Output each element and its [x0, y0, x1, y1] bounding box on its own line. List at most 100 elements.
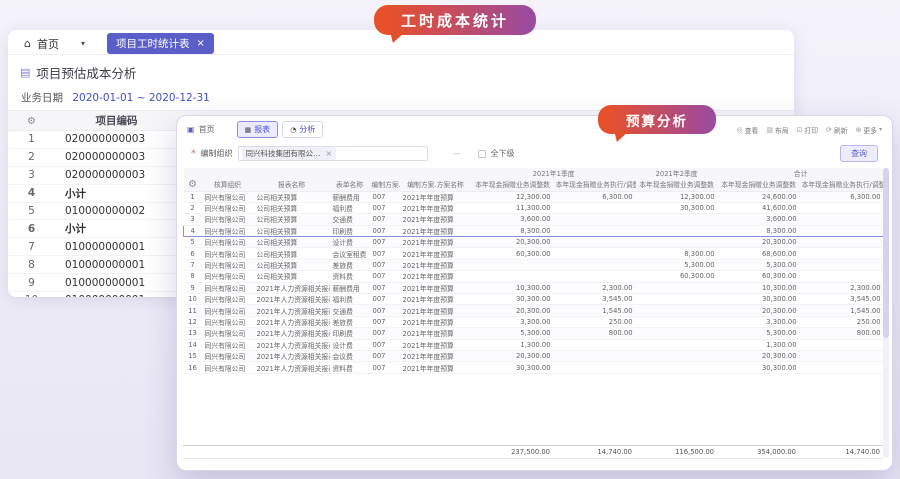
row-number: 5 — [184, 237, 202, 248]
dialog-tab[interactable]: ▦ 报表 — [237, 121, 279, 138]
all-sub-checkbox[interactable] — [478, 150, 486, 158]
tab-worktime-report[interactable]: 项目工时统计表 × — [107, 33, 214, 54]
query-button[interactable]: 查询 — [840, 145, 878, 162]
org-select-input[interactable]: 同兴科技集团有限公… × — [238, 146, 428, 161]
project-code-cell: 020000000003 — [55, 131, 178, 149]
org-cell: 同兴有限公司 — [202, 202, 254, 213]
page-title: 项目预估成本分析 — [36, 63, 136, 82]
total-exec-cell: 800.00 — [800, 328, 884, 339]
scheme-name-cell: 2021年年度预算 — [400, 362, 472, 373]
q2-budget-cell — [636, 362, 718, 373]
scheme-code-cell: 007 — [370, 350, 400, 361]
budget-row[interactable]: 2 同兴有限公司 公司相关预算 福利费 007 2021年年度预算 11,300… — [184, 202, 884, 213]
q1-budget-cell: 11,300.00 — [472, 202, 554, 213]
report-cell: 2021年人力资源相关报表 — [254, 350, 330, 361]
home-icon: ⌂ — [24, 37, 31, 50]
callout-worktime-cost: 工时成本统计 — [374, 5, 536, 35]
budget-row[interactable]: 1 同兴有限公司 公司相关预算 薪酬费用 007 2021年年度预算 12,30… — [184, 191, 884, 202]
tab-label: 项目工时统计表 — [116, 36, 190, 51]
toolbar-item[interactable]: ◎ 查看 — [737, 125, 761, 135]
org-cell: 同兴有限公司 — [202, 328, 254, 339]
project-code-cell: 010000000001 — [55, 292, 178, 297]
toolbar-icon: ◎ — [737, 126, 743, 134]
form-cell: 设计费 — [330, 339, 370, 350]
scheme-code-cell: 007 — [370, 191, 400, 202]
q1-budget-cell: 30,300.00 — [472, 362, 554, 373]
dialog-home[interactable]: ▣ 首页 — [187, 124, 215, 135]
toolbar-item[interactable]: ⟳ 刷新 — [826, 125, 849, 135]
tab-home[interactable]: ⌂ 首页 ▾ — [16, 36, 93, 52]
q1-budget-cell: 3,300.00 — [472, 316, 554, 327]
date-range-value[interactable]: 2020-01-01 ~ 2020-12-31 — [72, 92, 210, 104]
q2-budget-cell — [636, 328, 718, 339]
q2-budget-cell — [636, 237, 718, 248]
org-tag-label: 同兴科技集团有限公… — [246, 148, 321, 159]
budget-row[interactable]: 16 同兴有限公司 2021年人力资源相关报表 资料费 007 2021年年度预… — [184, 362, 884, 373]
total-q1-budget: 237,500.00 — [471, 446, 553, 459]
budget-row[interactable]: 14 同兴有限公司 2021年人力资源相关报表 设计费 007 2021年年度预… — [184, 339, 884, 350]
scheme-name-cell: 2021年年度预算 — [400, 316, 472, 327]
col-form: 表单名称 — [330, 178, 370, 191]
q1-exec-cell — [554, 248, 636, 259]
total-exec-cell — [800, 259, 884, 270]
budget-row[interactable]: 8 同兴有限公司 公司相关预算 资料费 007 2021年年度预算 60,300… — [184, 271, 884, 282]
report-cell: 公司相关预算 — [254, 214, 330, 225]
row-number: 8 — [184, 271, 202, 282]
budget-analysis-dialog: ▣ 首页 ▦ 报表 ◔ 分析 ◎ 查看 ▥ 布局 — [176, 115, 893, 471]
dialog-tab[interactable]: ◔ 分析 — [282, 121, 323, 138]
project-code-cell: 010000000001 — [55, 256, 178, 274]
budget-row[interactable]: 4 同兴有限公司 公司相关预算 印刷费 007 2021年年度预算 8,300.… — [184, 225, 884, 236]
scheme-code-cell: 007 — [370, 225, 400, 236]
q2-budget-cell: 30,300.00 — [636, 202, 718, 213]
q1-budget-cell: 20,300.00 — [472, 305, 554, 316]
vertical-scrollbar[interactable] — [883, 168, 889, 458]
row-number: 4 — [8, 184, 55, 202]
budget-row[interactable]: 9 同兴有限公司 2021年人力资源相关报表 薪酬费用 007 2021年年度预… — [184, 282, 884, 293]
total-budget-cell: 5,300.00 — [718, 259, 800, 270]
budget-row[interactable]: 3 同兴有限公司 公司相关预算 交通费 007 2021年年度预算 3,600.… — [184, 214, 884, 225]
form-cell: 会议费 — [330, 350, 370, 361]
toolbar-item[interactable]: ⊕ 更多 ▾ — [856, 125, 882, 135]
q1-budget-cell: 12,300.00 — [472, 191, 554, 202]
row-number: 6 — [184, 248, 202, 259]
budget-row[interactable]: 6 同兴有限公司 公司相关预算 会议室租费 007 2021年年度预算 60,3… — [184, 248, 884, 259]
budget-row[interactable]: 12 同兴有限公司 2021年人力资源相关报表 差旅费 007 2021年年度预… — [184, 316, 884, 327]
q1-exec-cell: 800.00 — [554, 328, 636, 339]
collapse-dash: — — [453, 149, 461, 158]
q2-budget-cell: 12,300.00 — [636, 191, 718, 202]
budget-row[interactable]: 10 同兴有限公司 2021年人力资源相关报表 福利费 007 2021年年度预… — [184, 294, 884, 305]
budget-row[interactable]: 7 同兴有限公司 公司相关预算 差旅费 007 2021年年度预算 5,300.… — [184, 259, 884, 270]
toolbar-item[interactable]: ⊡ 打印 — [797, 125, 820, 135]
budget-row[interactable]: 13 同兴有限公司 2021年人力资源相关报表 印刷费 007 2021年年度预… — [184, 328, 884, 339]
app-icon: ▣ — [187, 125, 195, 134]
form-cell: 差旅费 — [330, 316, 370, 327]
budget-row[interactable]: 15 同兴有限公司 2021年人力资源相关报表 会议费 007 2021年年度预… — [184, 350, 884, 361]
toolbar-label: 打印 — [804, 125, 818, 135]
close-icon[interactable]: × — [197, 39, 205, 49]
column-header-code: 项目编码 — [55, 111, 178, 131]
scrollbar-thumb[interactable] — [883, 168, 889, 338]
dialog-tabs: ▦ 报表 ◔ 分析 — [237, 121, 324, 138]
gear-icon[interactable]: ⚙ — [27, 116, 36, 127]
project-code-cell: 020000000003 — [55, 166, 178, 184]
row-number: 12 — [184, 316, 202, 327]
q1-exec-cell — [554, 339, 636, 350]
budget-row[interactable]: 11 同兴有限公司 2021年人力资源相关报表 交通费 007 2021年年度预… — [184, 305, 884, 316]
row-number: 6 — [8, 220, 55, 238]
scheme-code-cell: 007 — [370, 362, 400, 373]
org-cell: 同兴有限公司 — [202, 282, 254, 293]
project-code-cell: 010000000001 — [55, 274, 178, 292]
q1-exec-cell: 3,545.00 — [554, 294, 636, 305]
total-exec-cell: 3,545.00 — [800, 294, 884, 305]
budget-row[interactable]: 5 同兴有限公司 公司相关预算 设计费 007 2021年年度预算 20,300… — [184, 237, 884, 248]
org-cell: 同兴有限公司 — [202, 362, 254, 373]
chevron-down-icon[interactable]: ▾ — [81, 39, 85, 48]
toolbar-label: 更多 — [863, 125, 877, 135]
toolbar-item[interactable]: ▥ 布局 — [766, 125, 790, 135]
q2-budget-cell — [636, 350, 718, 361]
tag-close-icon[interactable]: × — [326, 149, 333, 158]
q1-budget-cell: 3,600.00 — [472, 214, 554, 225]
scheme-name-cell: 2021年年度预算 — [400, 282, 472, 293]
gear-icon[interactable]: ⚙ — [188, 179, 197, 190]
q2-budget-cell: 8,300.00 — [636, 248, 718, 259]
